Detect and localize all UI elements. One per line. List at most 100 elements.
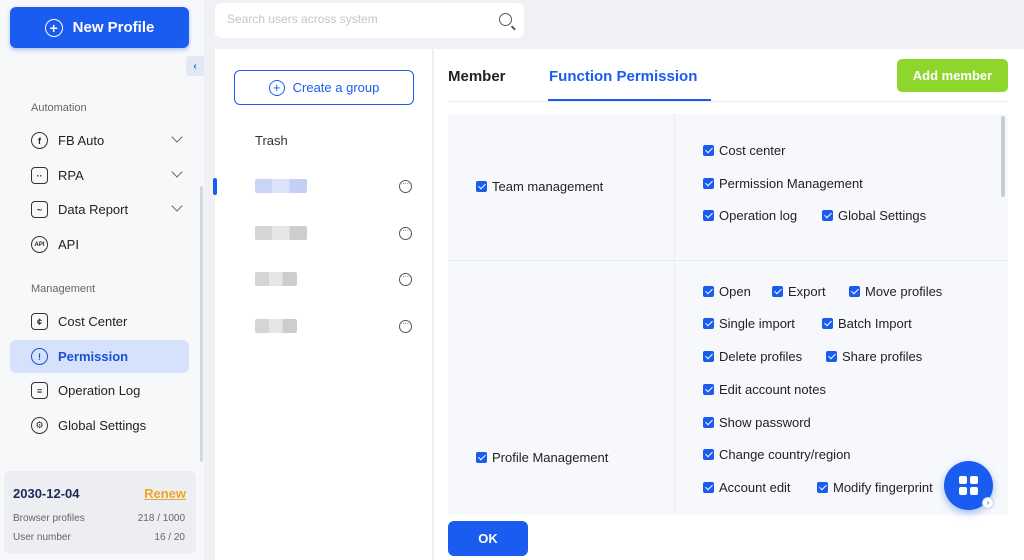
more-options-icon[interactable]: ··· [399, 273, 412, 286]
more-options-icon[interactable]: ··· [399, 320, 412, 333]
groups-panel: + Create a group Trash ··· ··· ··· ··· [213, 49, 433, 560]
checkbox-change-country-region[interactable]: Change country/region [703, 447, 851, 462]
checkbox-delete-profiles[interactable]: Delete profiles [703, 349, 802, 364]
checkbox-checked-icon [703, 417, 714, 428]
sidebar-item-fb-auto[interactable]: f FB Auto [10, 124, 189, 157]
checkbox-operation-log[interactable]: Operation log [703, 208, 797, 223]
renew-link[interactable]: Renew [144, 486, 186, 501]
checkbox-checked-icon [826, 351, 837, 362]
sidebar-item-label: Data Report [58, 202, 129, 217]
sidebar-item-label: Operation Log [58, 383, 141, 398]
tab-member[interactable]: Member [448, 68, 506, 85]
checkbox-modify-fingerprint[interactable]: Modify fingerprint [817, 480, 933, 495]
checkbox-open[interactable]: Open [703, 284, 751, 299]
permission-shield-icon: ! [31, 348, 48, 365]
new-profile-button[interactable]: + New Profile [10, 7, 189, 48]
more-options-icon[interactable]: ··· [399, 180, 412, 193]
checkbox-checked-icon [822, 318, 833, 329]
sidebar-item-rpa[interactable]: ·· RPA [10, 159, 189, 192]
sidebar-item-label: RPA [58, 168, 84, 183]
collapse-sidebar-icon[interactable]: ‹ [186, 56, 204, 76]
checkbox-checked-icon [817, 482, 828, 493]
subscription-card: 2030-12-04 Renew Browser profiles 218 / … [4, 471, 196, 554]
active-tab-underline [548, 99, 711, 101]
checkbox-label: Delete profiles [719, 349, 803, 364]
data-report-icon: ~ [31, 201, 48, 218]
checkbox-global-settings[interactable]: Global Settings [822, 208, 926, 223]
chevron-down-icon [171, 131, 183, 143]
checkbox-checked-icon [849, 286, 860, 297]
checkbox-label: Open [719, 284, 751, 299]
checkbox-team-management[interactable]: Team management [476, 179, 603, 194]
checkbox-checked-icon [476, 452, 487, 463]
browser-profiles-value: 218 / 1000 [137, 513, 185, 524]
checkbox-label: Edit account notes [719, 382, 826, 397]
checkbox-label: Cost center [719, 143, 786, 158]
group-row[interactable]: ··· [215, 218, 433, 248]
more-options-icon[interactable]: ··· [399, 227, 412, 240]
plus-circle-icon: + [44, 18, 63, 37]
checkbox-single-import[interactable]: Single import [703, 316, 795, 331]
sidebar-item-label: API [58, 237, 79, 252]
checkbox-checked-icon [822, 210, 833, 221]
section-label-management: Management [31, 283, 96, 295]
browser-profiles-row: Browser profiles 218 / 1000 [13, 513, 185, 524]
checkbox-edit-account-notes[interactable]: Edit account notes [703, 382, 826, 397]
tab-function-permission[interactable]: Function Permission [549, 68, 697, 85]
checkbox-label: Show password [719, 415, 811, 430]
sidebar-item-label: FB Auto [58, 133, 105, 148]
create-group-button[interactable]: + Create a group [234, 70, 414, 105]
tabs-divider [448, 101, 1008, 102]
sidebar-item-api[interactable]: API API [10, 228, 189, 261]
browser-profiles-label: Browser profiles [13, 513, 85, 524]
redacted-group-name [255, 179, 307, 193]
sidebar-item-data-report[interactable]: ~ Data Report [10, 193, 189, 226]
operation-log-icon: ≡ [31, 382, 48, 399]
checkbox-label: Permission Management [719, 176, 863, 191]
ok-button[interactable]: OK [448, 521, 528, 556]
add-member-button[interactable]: Add member [897, 59, 1008, 92]
checkbox-show-password[interactable]: Show password [703, 415, 811, 430]
checkbox-share-profiles[interactable]: Share profiles [826, 349, 922, 364]
checkbox-checked-icon [703, 286, 714, 297]
sidebar-item-global-settings[interactable]: ⚙ Global Settings [10, 409, 189, 442]
checkbox-batch-import[interactable]: Batch Import [822, 316, 912, 331]
checkbox-checked-icon [476, 181, 487, 192]
apps-grid-icon [970, 476, 978, 484]
row-divider [448, 260, 1008, 261]
checkbox-account-edit[interactable]: Account edit [703, 480, 791, 495]
checkbox-checked-icon [703, 482, 714, 493]
sidebar-item-label: Cost Center [58, 314, 128, 329]
checkbox-cost-center[interactable]: Cost center [703, 143, 785, 158]
sidebar-scrollbar[interactable] [200, 186, 203, 462]
checkbox-export[interactable]: Export [772, 284, 826, 299]
group-trash[interactable]: Trash [255, 133, 288, 148]
checkbox-permission-management[interactable]: Permission Management [703, 176, 863, 191]
checkbox-label: Global Settings [838, 208, 927, 223]
checkbox-checked-icon [703, 449, 714, 460]
search-icon[interactable] [499, 13, 512, 26]
permission-table: Team management Cost center Permission M… [448, 114, 1008, 515]
checkbox-checked-icon [703, 178, 714, 189]
group-row[interactable]: ··· [213, 171, 433, 201]
chevron-down-icon [171, 200, 183, 212]
group-row[interactable]: ··· [215, 311, 433, 341]
main-panel: Member Function Permission Add member Te… [434, 49, 1024, 560]
checkbox-label: Account edit [719, 480, 791, 495]
redacted-group-name [255, 272, 297, 286]
sidebar-item-permission[interactable]: ! Permission [10, 340, 189, 373]
permission-scrollbar[interactable] [1001, 116, 1005, 197]
user-number-value: 16 / 20 [154, 532, 185, 543]
apps-grid-icon [959, 487, 967, 495]
search-input[interactable] [227, 12, 487, 26]
group-row[interactable]: ··· [215, 264, 433, 294]
user-number-label: User number [13, 532, 71, 543]
floating-apps-button[interactable]: › [944, 461, 994, 510]
checkbox-move-profiles[interactable]: Move profiles [849, 284, 942, 299]
checkbox-profile-management[interactable]: Profile Management [476, 450, 608, 465]
create-group-label: Create a group [292, 80, 380, 95]
fb-auto-icon: f [31, 132, 48, 149]
sidebar-item-cost-center[interactable]: ¢ Cost Center [10, 305, 189, 338]
global-settings-icon: ⚙ [31, 417, 48, 434]
sidebar-item-operation-log[interactable]: ≡ Operation Log [10, 374, 189, 407]
